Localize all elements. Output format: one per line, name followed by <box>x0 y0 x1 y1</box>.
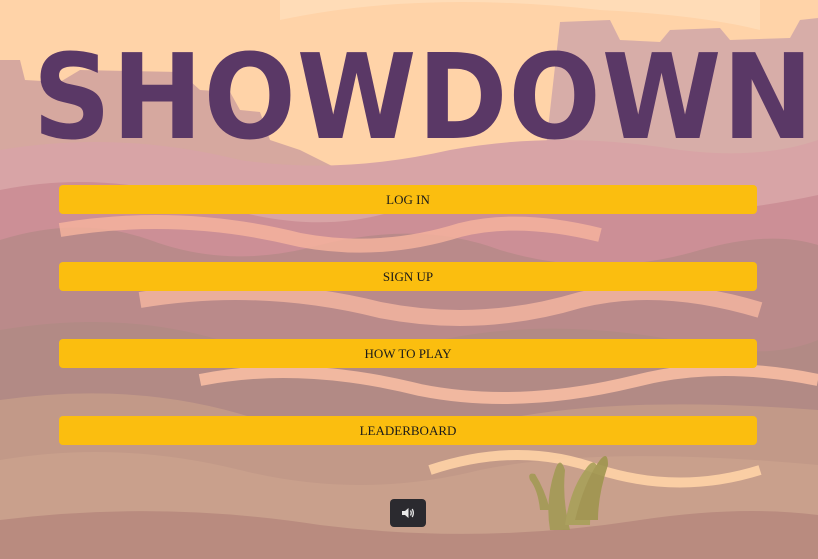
leaderboard-button[interactable]: LEADERBOARD <box>59 416 757 445</box>
game-title: SHOWDOWN <box>32 28 815 166</box>
signup-button[interactable]: SIGN UP <box>59 262 757 291</box>
login-button[interactable]: LOG IN <box>59 185 757 214</box>
sound-toggle-button[interactable] <box>390 499 426 527</box>
how-to-play-button[interactable]: HOW TO PLAY <box>59 339 757 368</box>
volume-icon <box>402 508 414 518</box>
